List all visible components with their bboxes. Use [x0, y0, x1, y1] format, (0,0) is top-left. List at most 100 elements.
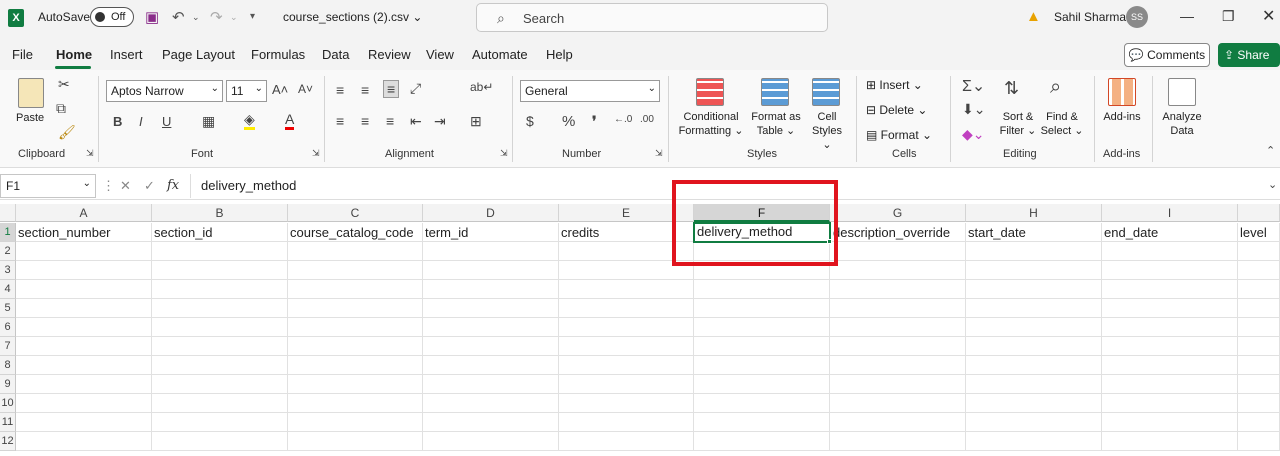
empty-cell[interactable]	[16, 432, 152, 451]
accounting-icon[interactable]: $	[526, 113, 534, 129]
empty-cell[interactable]	[1238, 318, 1280, 337]
conditional-formatting-button[interactable]: Conditional Formatting ⌄	[678, 110, 744, 138]
paste-icon[interactable]	[18, 78, 44, 108]
empty-cell[interactable]	[966, 356, 1102, 375]
cell-styles-button[interactable]: Cell Styles ⌄	[806, 110, 848, 152]
empty-cell[interactable]	[830, 299, 966, 318]
row-header[interactable]: 8	[0, 356, 16, 375]
empty-cell[interactable]	[423, 337, 559, 356]
empty-cell[interactable]	[559, 356, 694, 375]
formula-input[interactable]: delivery_method	[190, 174, 1280, 198]
autosum-icon[interactable]: Σ⌄	[962, 76, 985, 96]
clear-icon[interactable]: ◆⌄	[962, 126, 985, 143]
enter-icon[interactable]: ✓	[144, 178, 155, 194]
empty-cell[interactable]	[1102, 337, 1238, 356]
empty-cell[interactable]	[423, 280, 559, 299]
column-header-f[interactable]: F	[694, 204, 830, 222]
empty-cell[interactable]	[423, 242, 559, 261]
empty-cell[interactable]	[559, 432, 694, 451]
font-launcher-icon[interactable]: ⇲	[312, 148, 320, 159]
insert-cells-button[interactable]: ⊞ Insert ⌄	[866, 78, 923, 92]
empty-cell[interactable]	[966, 413, 1102, 432]
cell-e1[interactable]: credits	[559, 223, 694, 242]
clipboard-launcher-icon[interactable]: ⇲	[86, 148, 94, 159]
cancel-icon[interactable]: ✕	[120, 178, 131, 194]
empty-cell[interactable]	[1102, 394, 1238, 413]
addins-button[interactable]: Add-ins	[1098, 110, 1146, 124]
insert-function-icon[interactable]: fx	[167, 178, 179, 193]
empty-cell[interactable]	[1238, 299, 1280, 318]
comma-style-icon[interactable]: ❜	[592, 113, 597, 130]
empty-cell[interactable]	[423, 375, 559, 394]
empty-cell[interactable]	[694, 375, 830, 394]
increase-font-icon[interactable]: A˄	[272, 82, 288, 97]
column-header-e[interactable]: E	[559, 204, 694, 222]
empty-cell[interactable]	[288, 356, 423, 375]
empty-cell[interactable]	[288, 280, 423, 299]
empty-cell[interactable]	[423, 356, 559, 375]
fill-icon[interactable]: ⬇⌄	[962, 101, 985, 118]
redo-dropdown-icon[interactable]: ⌄	[230, 12, 238, 23]
file-name[interactable]: course_sections (2).csv ⌄	[283, 10, 422, 24]
empty-cell[interactable]	[559, 394, 694, 413]
tab-data[interactable]: Data	[322, 47, 349, 62]
empty-cell[interactable]	[423, 432, 559, 451]
bold-icon[interactable]: B	[113, 114, 122, 129]
sort-filter-button[interactable]: Sort & Filter ⌄	[998, 110, 1038, 138]
name-box[interactable]: F1 ⌄	[0, 174, 96, 198]
decrease-indent-icon[interactable]: ⇤	[410, 113, 422, 130]
empty-cell[interactable]	[288, 318, 423, 337]
empty-cell[interactable]	[423, 299, 559, 318]
empty-cell[interactable]	[16, 356, 152, 375]
cell-d1[interactable]: term_id	[423, 223, 559, 242]
collapse-ribbon-icon[interactable]: ⌃	[1266, 144, 1275, 157]
cell-i1[interactable]: end_date	[1102, 223, 1238, 242]
redo-icon[interactable]: ↷	[210, 8, 223, 26]
decrease-font-icon[interactable]: A˅	[298, 82, 313, 96]
empty-cell[interactable]	[288, 242, 423, 261]
empty-cell[interactable]	[152, 318, 288, 337]
empty-cell[interactable]	[423, 318, 559, 337]
empty-cell[interactable]	[1102, 356, 1238, 375]
empty-cell[interactable]	[830, 432, 966, 451]
empty-cell[interactable]	[1238, 242, 1280, 261]
empty-cell[interactable]	[1238, 337, 1280, 356]
select-all-corner[interactable]	[0, 204, 16, 222]
fill-color-icon[interactable]: ◈	[244, 112, 255, 130]
empty-cell[interactable]	[288, 432, 423, 451]
find-select-icon[interactable]: ⌕	[1050, 76, 1061, 99]
empty-cell[interactable]	[966, 394, 1102, 413]
cell-j1[interactable]: level	[1238, 223, 1280, 242]
empty-cell[interactable]	[1238, 356, 1280, 375]
row-header[interactable]: 5	[0, 299, 16, 318]
empty-cell[interactable]	[16, 375, 152, 394]
empty-cell[interactable]	[1102, 375, 1238, 394]
empty-cell[interactable]	[1102, 432, 1238, 451]
empty-cell[interactable]	[694, 242, 830, 261]
decrease-decimal-icon[interactable]: .00	[640, 114, 654, 125]
percent-icon[interactable]: %	[562, 113, 575, 130]
empty-cell[interactable]	[694, 337, 830, 356]
merge-center-icon[interactable]: ⊞	[470, 113, 482, 130]
tab-file[interactable]: File	[12, 47, 33, 62]
minimize-icon[interactable]: —	[1180, 8, 1194, 24]
empty-cell[interactable]	[559, 261, 694, 280]
empty-cell[interactable]	[152, 280, 288, 299]
cell-f1-active[interactable]: delivery_method	[693, 222, 831, 243]
tab-page-layout[interactable]: Page Layout	[162, 47, 235, 62]
underline-icon[interactable]: U	[162, 114, 171, 129]
empty-cell[interactable]	[1102, 242, 1238, 261]
empty-cell[interactable]	[559, 242, 694, 261]
empty-cell[interactable]	[1238, 394, 1280, 413]
row-header[interactable]: 6	[0, 318, 16, 337]
empty-cell[interactable]	[559, 318, 694, 337]
number-launcher-icon[interactable]: ⇲	[655, 148, 663, 159]
undo-icon[interactable]: ↶	[172, 8, 185, 26]
save-icon[interactable]: ▣	[145, 8, 159, 26]
tab-help[interactable]: Help	[546, 47, 573, 62]
row-header[interactable]: 10	[0, 394, 16, 413]
tab-review[interactable]: Review	[368, 47, 411, 62]
user-name[interactable]: Sahil Sharma	[1054, 10, 1126, 24]
empty-cell[interactable]	[16, 280, 152, 299]
empty-cell[interactable]	[559, 375, 694, 394]
